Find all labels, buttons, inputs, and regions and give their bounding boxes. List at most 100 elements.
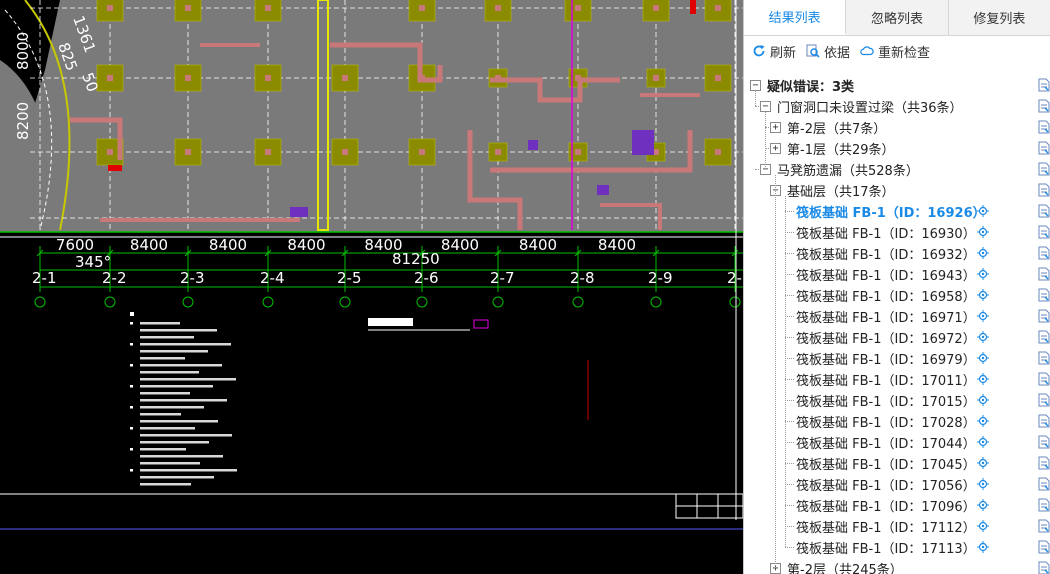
axis-bubble — [572, 296, 584, 308]
tab-results[interactable]: 结果列表 — [744, 0, 847, 35]
tab-fixed[interactable]: 修复列表 — [948, 0, 1050, 35]
column-core — [419, 5, 425, 11]
locate-icon[interactable] — [977, 541, 989, 553]
document-icon[interactable] — [1038, 477, 1050, 491]
expand-icon[interactable]: + — [770, 122, 781, 133]
axis-label: 2-8 — [570, 269, 595, 287]
locate-icon[interactable] — [977, 436, 989, 448]
document-icon[interactable] — [1038, 435, 1050, 449]
tree-floor-b2-chair[interactable]: + 第-2层（共245条） — [744, 558, 1050, 574]
document-icon[interactable] — [1038, 78, 1050, 92]
document-icon[interactable] — [1038, 267, 1050, 281]
locate-icon[interactable] — [977, 394, 989, 406]
dim-label: 8400 — [441, 236, 479, 254]
axis-bubble — [416, 296, 428, 308]
recheck-label: 重新检查 — [878, 45, 931, 61]
dim-label: 8400 — [209, 236, 247, 254]
locate-icon[interactable] — [977, 499, 989, 511]
document-icon[interactable] — [1038, 456, 1050, 470]
expand-icon[interactable]: + — [770, 143, 781, 154]
tab-ignored[interactable]: 忽略列表 — [846, 0, 949, 35]
slab-area — [0, 0, 743, 232]
cloud-icon — [860, 44, 874, 58]
tree-label: 筏板基础 FB-1（ID：17028） — [796, 416, 976, 431]
document-icon[interactable] — [1038, 351, 1050, 365]
tree-category-chair[interactable]: − 马凳筋遗漏（共528条） — [744, 159, 1050, 180]
document-icon[interactable] — [1038, 309, 1050, 323]
refresh-button[interactable]: 刷新 — [752, 42, 796, 61]
document-icon[interactable] — [1038, 330, 1050, 344]
column-core — [107, 5, 113, 11]
document-icon[interactable] — [1038, 99, 1050, 113]
axis-labels: 2-1 2-2 2-3 2-4 2-5 2-6 2-7 2-8 2-9 2-1 — [32, 269, 743, 287]
title-block — [368, 318, 413, 326]
tree-label: 基础层（共17条） — [787, 185, 895, 200]
collapse-icon[interactable]: − — [750, 80, 761, 91]
locate-icon[interactable] — [977, 520, 989, 532]
document-icon[interactable] — [1038, 561, 1050, 574]
refresh-icon — [752, 44, 766, 58]
tree-floor-foundation[interactable]: − 基础层（共17条） — [744, 180, 1050, 201]
locate-icon[interactable] — [977, 289, 989, 301]
axis-bubble — [650, 296, 662, 308]
axis-label: 2-6 — [414, 269, 439, 287]
document-icon[interactable] — [1038, 162, 1050, 176]
document-icon[interactable] — [1038, 288, 1050, 302]
dim-label: 8400 — [287, 236, 325, 254]
document-icon[interactable] — [1038, 120, 1050, 134]
axis-bubble — [262, 296, 274, 308]
purple-block — [528, 140, 538, 150]
column-core — [265, 75, 271, 81]
tree-label: 第-2层（共245条） — [787, 563, 903, 574]
document-icon[interactable] — [1038, 183, 1050, 197]
tree-category-lintel[interactable]: − 门窗洞口未设置过梁（共36条） — [744, 96, 1050, 117]
column-core — [495, 5, 501, 11]
document-icon[interactable] — [1038, 519, 1050, 533]
document-icon[interactable] — [1038, 204, 1050, 218]
locate-icon[interactable] — [977, 457, 989, 469]
document-icon[interactable] — [1038, 246, 1050, 260]
tree-label: 筏板基础 FB-1（ID：17011） — [796, 374, 976, 389]
locate-icon[interactable] — [977, 415, 989, 427]
basis-search-icon — [806, 44, 820, 58]
locate-icon[interactable] — [977, 331, 989, 343]
tree-label: 筏板基础 FB-1（ID：16972） — [796, 332, 976, 347]
locate-icon[interactable] — [977, 373, 989, 385]
tree-floor-b2[interactable]: + 第-2层（共7条） — [744, 117, 1050, 138]
locate-icon[interactable] — [977, 247, 989, 259]
document-icon[interactable] — [1038, 540, 1050, 554]
tree-root[interactable]: − 疑似错误：3类 — [744, 75, 1050, 96]
locate-icon[interactable] — [977, 268, 989, 280]
document-icon[interactable] — [1038, 141, 1050, 155]
tree-label: 筏板基础 FB-1（ID：16979） — [796, 353, 976, 368]
dim-label: 8400 — [519, 236, 557, 254]
tree-floor-b1[interactable]: + 第-1层（共29条） — [744, 138, 1050, 159]
side-dim-8000: 8000 — [14, 32, 32, 70]
purple-block — [597, 185, 609, 195]
tree-label: 筏板基础 FB-1（ID：17045） — [796, 458, 976, 473]
tree-label: 筏板基础 FB-1（ID：16958） — [796, 290, 976, 305]
column-core — [653, 75, 659, 81]
cad-canvas[interactable]: 7600 8400 8400 8400 8400 8400 8400 8400 81250 3… — [0, 0, 743, 574]
cad-drawing[interactable]: 7600 8400 8400 8400 8400 8400 8400 8400 81250 3… — [0, 0, 743, 574]
tree-label: 筏板基础 FB-1（ID：17096） — [796, 500, 976, 515]
app-root: 7600 8400 8400 8400 8400 8400 8400 8400 81250 3… — [0, 0, 1050, 574]
locate-icon[interactable] — [977, 310, 989, 322]
title-table — [675, 493, 743, 519]
locate-icon[interactable] — [977, 205, 989, 217]
column-core — [653, 5, 659, 11]
locate-icon[interactable] — [977, 478, 989, 490]
notes-lines — [130, 322, 237, 486]
tree-label: 筏板基础 FB-1（ID：16943） — [796, 269, 976, 284]
axis-label: 2-5 — [337, 269, 362, 287]
basis-button[interactable]: 依据 — [806, 42, 850, 61]
document-icon[interactable] — [1038, 498, 1050, 512]
document-icon[interactable] — [1038, 225, 1050, 239]
document-icon[interactable] — [1038, 414, 1050, 428]
collapse-icon[interactable]: − — [760, 101, 771, 112]
document-icon[interactable] — [1038, 393, 1050, 407]
locate-icon[interactable] — [977, 226, 989, 238]
document-icon[interactable] — [1038, 372, 1050, 386]
locate-icon[interactable] — [977, 352, 989, 364]
recheck-button[interactable]: 重新检查 — [860, 42, 930, 61]
